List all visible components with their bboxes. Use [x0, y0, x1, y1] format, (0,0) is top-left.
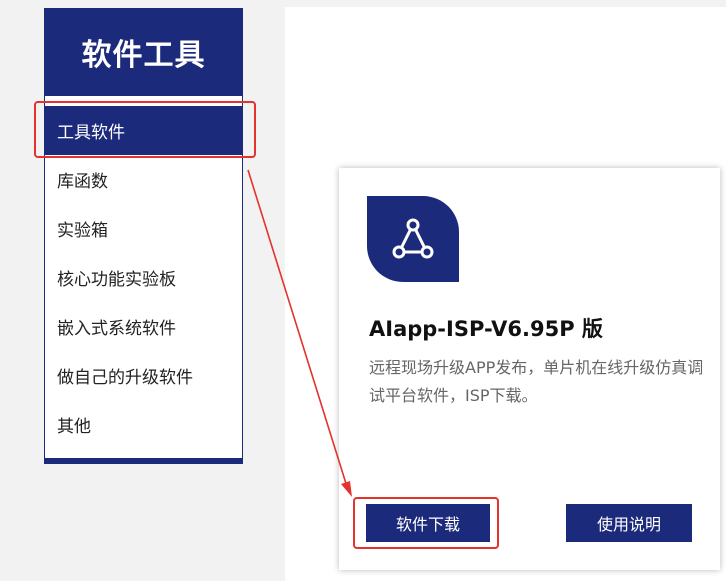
sidebar-item-experiment-box[interactable]: 实验箱 — [45, 204, 242, 253]
sidebar-item-embedded-software[interactable]: 嵌入式系统软件 — [45, 302, 242, 351]
sidebar-title: 软件工具 — [44, 8, 243, 96]
share-network-icon — [367, 196, 459, 282]
sidebar-bottom-bar — [44, 458, 243, 464]
sidebar-item-core-board[interactable]: 核心功能实验板 — [45, 253, 242, 302]
annotation-box-download — [353, 497, 499, 549]
manual-button[interactable]: 使用说明 — [566, 504, 692, 542]
sidebar-item-upgrade-software[interactable]: 做自己的升级软件 — [45, 351, 242, 400]
sidebar: 软件工具 工具软件 库函数 实验箱 核心功能实验板 嵌入式系统软件 做自己的升级… — [44, 8, 243, 464]
annotation-box-sidebar — [34, 101, 256, 158]
card-description: 远程现场升级APP发布，单片机在线升级仿真调试平台软件，ISP下载。 — [369, 358, 704, 405]
sidebar-item-other[interactable]: 其他 — [45, 400, 242, 449]
sidebar-item-library-functions[interactable]: 库函数 — [45, 155, 242, 204]
card-title: AIapp-ISP-V6.95P 版 — [369, 317, 603, 341]
